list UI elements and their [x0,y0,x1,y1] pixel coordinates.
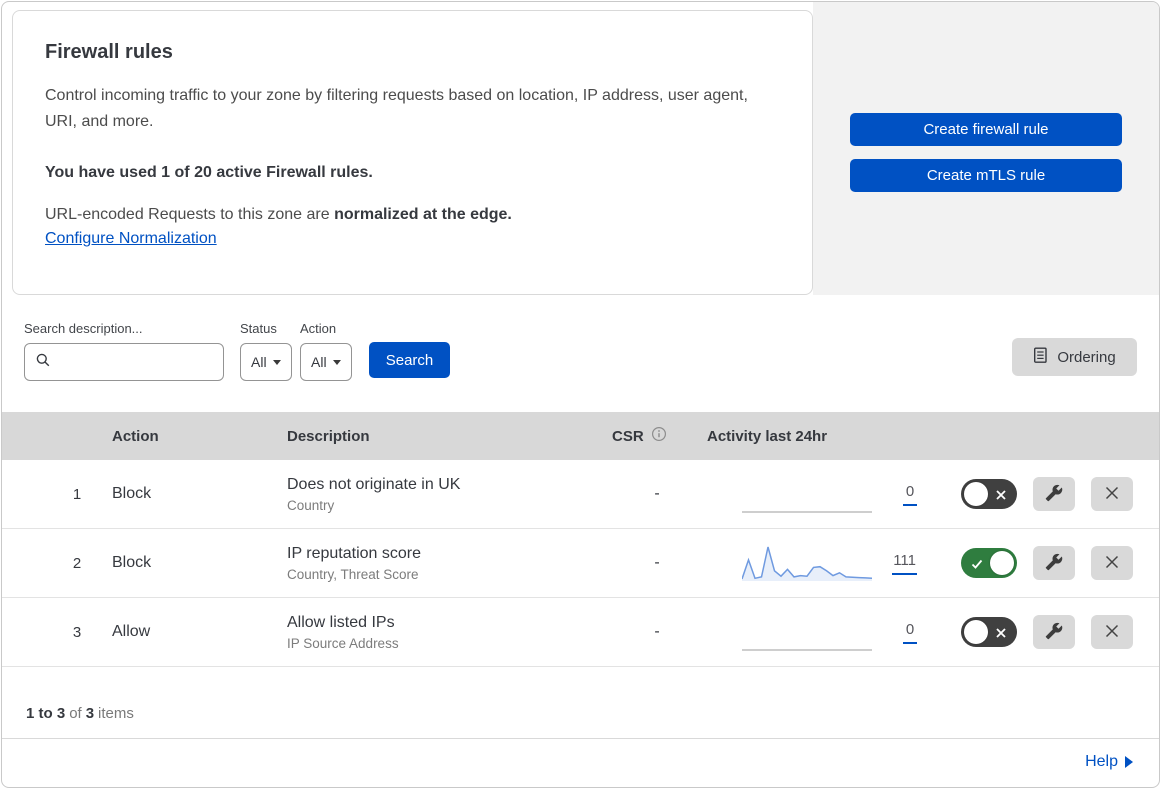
firewall-rules-page: Create firewall rule Create mTLS rule Fi… [1,1,1160,788]
column-header-csr: CSR [612,427,644,445]
table-header-row: Action Description CSR Activity last 24h… [2,412,1159,460]
action-dropdown[interactable]: All [300,343,352,381]
create-firewall-rule-button[interactable]: Create firewall rule [850,113,1122,146]
chevron-down-icon [272,359,281,365]
rule-action: Allow [112,623,151,640]
column-header-action: Action [112,427,159,445]
intro-card: Firewall rules Control incoming traffic … [12,10,813,295]
x-icon [995,626,1007,644]
configure-normalization-link[interactable]: Configure Normalization [45,230,217,247]
edit-rule-button[interactable] [1033,546,1075,580]
rule-priority: 3 [72,623,82,641]
search-button[interactable]: Search [369,342,450,378]
delete-rule-button[interactable] [1091,546,1133,580]
wrench-icon [1045,622,1063,643]
delete-rule-button[interactable] [1091,615,1133,649]
create-mtls-rule-button[interactable]: Create mTLS rule [850,159,1122,192]
search-icon [35,352,51,373]
table-row: 2 Block IP reputation score Country, Thr… [2,529,1159,598]
toggle-knob [964,620,988,644]
toggle-knob [990,551,1014,575]
status-label: Status [240,321,277,336]
help-link[interactable]: Help [1085,753,1133,771]
action-label: Action [300,321,337,336]
column-header-activity: Activity last 24hr [707,427,828,445]
x-icon [1104,623,1120,642]
table-row: 3 Allow Allow listed IPs IP Source Addre… [2,598,1159,667]
help-bar: Help [2,738,1159,784]
enable-toggle[interactable] [961,479,1017,509]
wrench-icon [1045,484,1063,505]
status-dropdown[interactable]: All [240,343,292,381]
rule-description: Allow listed IPs [287,613,395,631]
rule-csr: - [654,554,660,571]
edit-rule-button[interactable] [1033,615,1075,649]
activity-sparkline [742,546,872,581]
activity-count-link[interactable]: 111 [892,552,917,575]
activity-sparkline [742,511,872,513]
rules-table: Action Description CSR Activity last 24h… [2,412,1159,738]
rule-csr: - [654,485,660,502]
items-count: 1 to 3 of 3 items [26,705,134,722]
usage-summary: You have used 1 of 20 active Firewall ru… [45,164,373,181]
delete-rule-button[interactable] [1091,477,1133,511]
chevron-down-icon [332,359,341,365]
rule-description: IP reputation score [287,544,422,562]
header-section: Create firewall rule Create mTLS rule Fi… [2,2,1159,295]
activity-count-link[interactable]: 0 [903,621,917,644]
normalization-note: URL-encoded Requests to this zone are no… [45,206,512,223]
toggle-knob [964,482,988,506]
rule-description: Does not originate in UK [287,475,461,493]
rule-criteria: IP Source Address [287,635,399,651]
rule-action: Block [112,554,152,571]
x-icon [1104,554,1120,573]
edit-rule-button[interactable] [1033,477,1075,511]
rule-csr: - [654,623,660,640]
search-label: Search description... [24,321,143,336]
column-header-description: Description [287,427,370,445]
rule-criteria: Country, Threat Score [287,566,419,582]
check-icon [971,557,983,575]
search-input-wrapper [24,343,238,381]
x-icon [1104,485,1120,504]
list-icon [1033,347,1048,368]
rule-action: Block [112,485,152,502]
enable-toggle[interactable] [961,548,1017,578]
csr-info-icon[interactable] [651,426,667,446]
rule-priority: 2 [72,554,82,572]
enable-toggle[interactable] [961,617,1017,647]
page-description: Control incoming traffic to your zone by… [45,87,748,130]
page-title: Firewall rules [45,41,173,63]
activity-sparkline [742,649,872,651]
search-input[interactable] [57,354,238,370]
wrench-icon [1045,553,1063,574]
activity-count-link[interactable]: 0 [903,483,917,506]
rule-priority: 1 [72,485,82,503]
cta-panel: Create firewall rule Create mTLS rule [813,2,1159,295]
table-row: 1 Block Does not originate in UK Country… [2,460,1159,529]
rule-criteria: Country [287,497,335,513]
filter-bar: Search description... Status All Action … [2,295,1159,412]
arrow-right-icon [1125,755,1133,768]
ordering-button[interactable]: Ordering [1012,338,1137,376]
x-icon [995,488,1007,506]
